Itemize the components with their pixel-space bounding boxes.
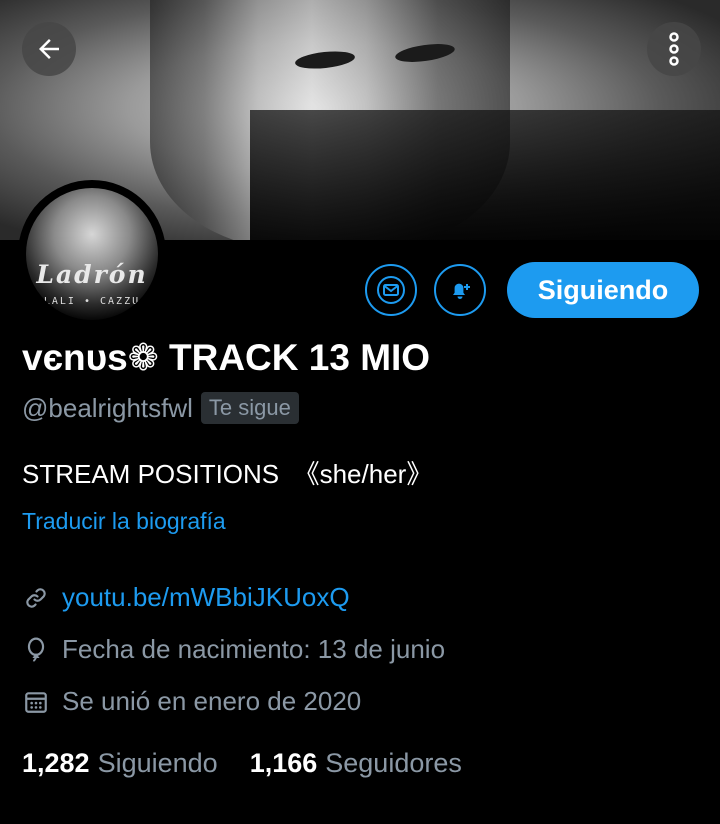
username-handle: @bealrightsfwl <box>22 392 193 423</box>
calendar-icon <box>22 688 50 716</box>
link-icon <box>22 584 50 612</box>
handle-row: @bealrightsfwl Te sigue <box>22 392 299 424</box>
follow-stats: 1,282 Siguiendo 1,166 Seguidores <box>22 748 462 779</box>
joined-row: Se unió en enero de 2020 <box>22 686 361 717</box>
following-button[interactable]: Siguiendo <box>507 262 699 318</box>
website-row: youtu.be/mWBbiJKUoxQ <box>22 582 350 613</box>
avatar-image: Ladrón LALI • CAZZU <box>26 188 158 320</box>
avatar-subtitle-text: LALI • CAZZU <box>43 296 141 307</box>
message-button[interactable] <box>365 264 417 316</box>
display-name: vєnυs❁ TRACK 13 MIO <box>22 337 431 378</box>
birthday-row: Fecha de nacimiento: 13 de junio <box>22 634 445 665</box>
bio-text: STREAM POSITIONS 《she/her》 <box>22 459 433 489</box>
arrow-left-icon <box>39 39 59 59</box>
banner-shadow <box>250 110 720 240</box>
followers-count: 1,166 <box>249 748 318 778</box>
followers-stat[interactable]: 1,166 Seguidores <box>250 748 462 779</box>
birthday-text: Fecha de nacimiento: 13 de junio <box>62 634 446 664</box>
back-button[interactable] <box>22 22 76 76</box>
balloon-icon <box>22 636 50 664</box>
bell-plus-icon <box>453 283 470 299</box>
more-options-button[interactable] <box>647 22 701 76</box>
mail-icon <box>377 276 405 304</box>
avatar-title-text: Ladrón <box>36 260 148 289</box>
notifications-button[interactable] <box>434 264 486 316</box>
website-link[interactable]: youtu.be/mWBbiJKUoxQ <box>62 582 350 613</box>
follows-you-badge: Te sigue <box>200 392 299 424</box>
following-stat[interactable]: 1,282 Siguiendo <box>22 748 218 779</box>
followers-label: Seguidores <box>325 748 462 778</box>
translate-bio-link[interactable]: Traducir la biografía <box>22 508 226 535</box>
following-label: Siguiendo <box>97 748 218 778</box>
more-vertical-icon <box>669 32 679 66</box>
following-count: 1,282 <box>22 748 90 778</box>
profile-avatar[interactable]: Ladrón LALI • CAZZU <box>18 180 166 328</box>
joined-text: Se unió en enero de 2020 <box>62 686 362 716</box>
